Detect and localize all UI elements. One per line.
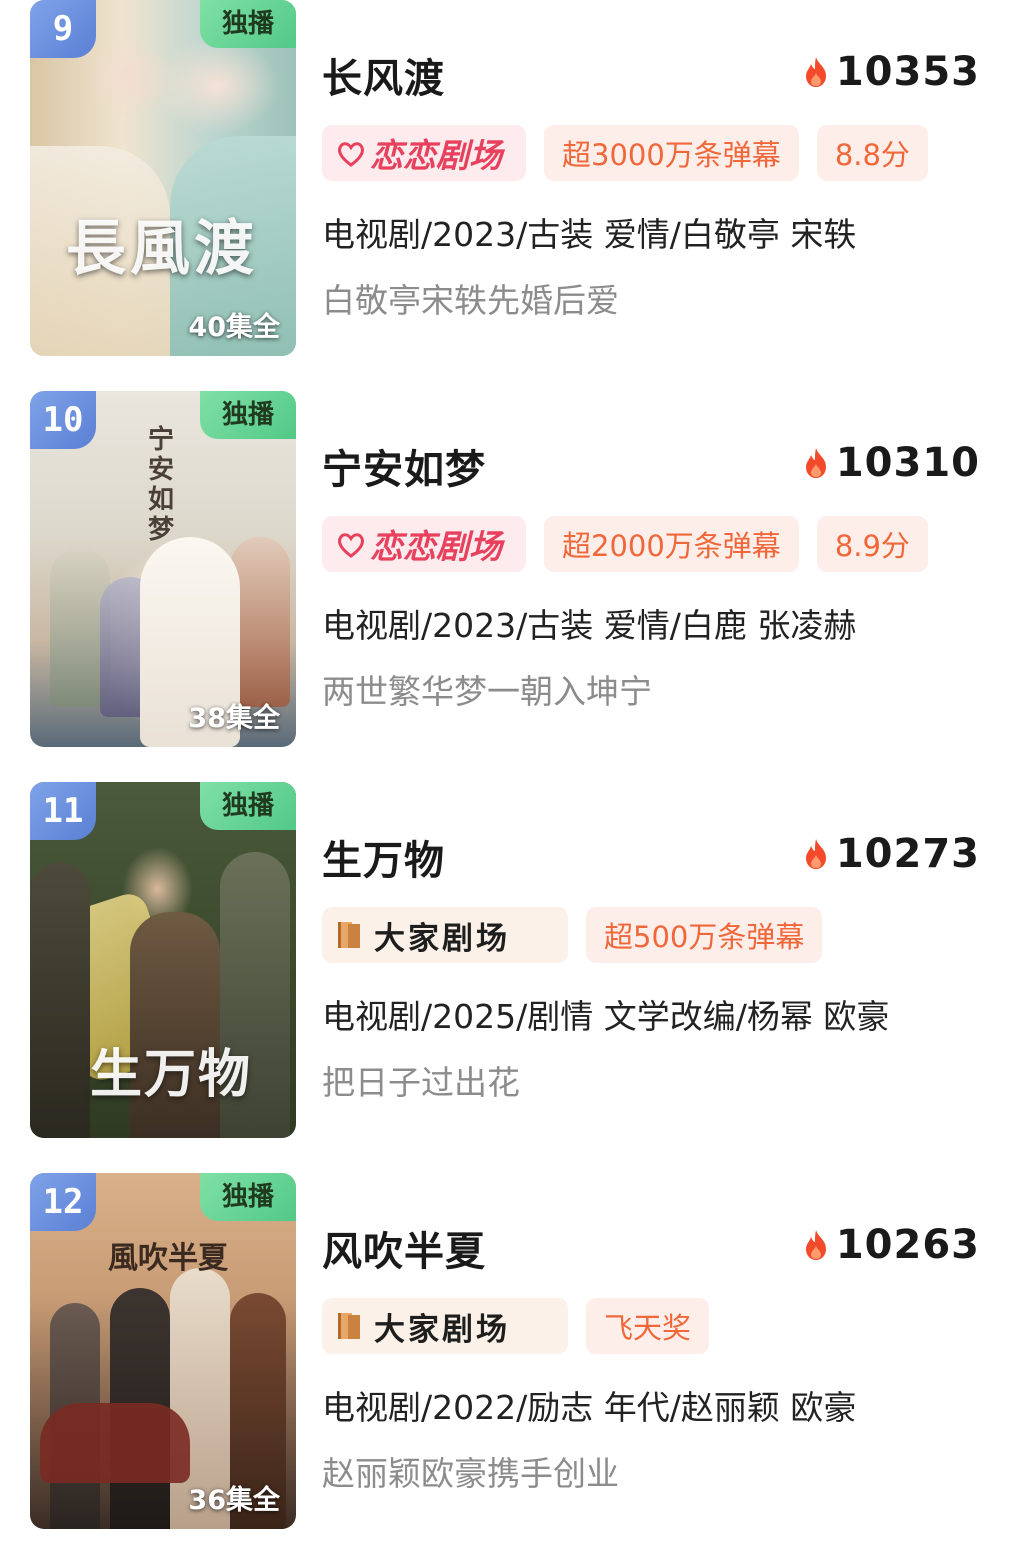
exclusive-badge: 独播 (200, 391, 296, 439)
flame-icon (805, 1230, 826, 1260)
poster-calligraphy: 風吹半夏 (108, 1241, 228, 1276)
heat-score: 10263 (804, 1219, 980, 1271)
heart-icon (338, 533, 364, 558)
heat-value: 10310 (835, 440, 980, 486)
list-item[interactable]: 宁安如梦 10 独播 38集全 宁安如梦 10310 恋恋剧场 超2000万条弹… (0, 391, 1010, 759)
poster-thumbnail[interactable]: 風吹半夏 12 独播 36集全 (30, 1173, 296, 1529)
drama-title[interactable]: 风吹半夏 (322, 1219, 486, 1277)
list-item[interactable]: 生万物 11 独播 生万物 10273 大家剧场 超500万条弹幕 电视剧/20… (0, 782, 1010, 1150)
heat-value: 10273 (835, 831, 980, 877)
list-item[interactable]: 長風渡 9 独播 40集全 长风渡 10353 恋恋剧场 超3000万条弹幕 8… (0, 0, 1010, 368)
exclusive-badge: 独播 (200, 782, 296, 830)
score-tag[interactable]: 8.9分 (816, 516, 928, 572)
dajia-theater-tag[interactable]: 大家剧场 (322, 907, 568, 963)
poster-thumbnail[interactable]: 生万物 11 独播 (30, 782, 296, 1138)
tag-row: 大家剧场 超500万条弹幕 (322, 907, 823, 963)
ranking-list: 長風渡 9 独播 40集全 长风渡 10353 恋恋剧场 超3000万条弹幕 8… (0, 0, 1010, 1548)
drama-title[interactable]: 长风渡 (322, 46, 445, 104)
danmaku-tag[interactable]: 超3000万条弹幕 (544, 125, 799, 181)
heat-value: 10263 (835, 1222, 980, 1268)
poster-calligraphy: 生万物 (90, 1044, 253, 1105)
lianlian-theater-logo: 恋恋剧场 (336, 520, 502, 568)
list-item[interactable]: 風吹半夏 12 独播 36集全 风吹半夏 10263 大家剧场 飞天奖 电视剧/… (0, 1173, 1010, 1541)
lianlian-theater-tag[interactable]: 恋恋剧场 (322, 516, 526, 572)
drama-meta: 电视剧/2023/古装 爱情/白鹿 张凌赫 (322, 606, 857, 645)
brand-label: 恋恋剧场 (370, 136, 502, 175)
drama-description: 把日子过出花 (322, 1063, 520, 1102)
tag-row: 恋恋剧场 超3000万条弹幕 8.8分 (322, 125, 928, 181)
exclusive-badge: 独播 (200, 1173, 296, 1221)
book-icon (338, 922, 360, 948)
episode-count: 36集全 (188, 1485, 280, 1516)
poster-calligraphy: 長風渡 (66, 214, 258, 284)
lianlian-theater-tag[interactable]: 恋恋剧场 (322, 125, 526, 181)
tag-row: 恋恋剧场 超2000万条弹幕 8.9分 (322, 516, 928, 572)
danmaku-tag[interactable]: 超2000万条弹幕 (544, 516, 799, 572)
drama-description: 白敬亭宋轶先婚后爱 (322, 281, 619, 320)
flame-icon (805, 448, 826, 478)
brand-label: 大家剧场 (374, 1311, 510, 1348)
brand-label: 大家剧场 (374, 920, 510, 957)
drama-meta: 电视剧/2023/古装 爱情/白敬亭 宋轶 (322, 215, 857, 254)
drama-meta: 电视剧/2025/剧情 文学改编/杨幂 欧豪 (322, 997, 890, 1036)
rank-badge: 12 (30, 1173, 96, 1231)
tag-row: 大家剧场 飞天奖 (322, 1298, 710, 1354)
exclusive-badge: 独播 (200, 0, 296, 48)
episode-count: 40集全 (188, 312, 280, 343)
drama-title[interactable]: 宁安如梦 (322, 437, 486, 495)
drama-title[interactable]: 生万物 (322, 828, 445, 886)
drama-meta: 电视剧/2022/励志 年代/赵丽颖 欧豪 (322, 1388, 857, 1427)
dajia-theater-logo: 大家剧场 (334, 1304, 510, 1349)
brand-label: 恋恋剧场 (370, 527, 502, 566)
rank-badge: 11 (30, 782, 96, 840)
dajia-theater-tag[interactable]: 大家剧场 (322, 1298, 568, 1354)
drama-description: 两世繁华梦一朝入坤宁 (322, 672, 652, 711)
flame-icon (805, 839, 826, 869)
dajia-theater-logo: 大家剧场 (334, 913, 510, 958)
flame-icon (805, 57, 826, 87)
drama-description: 赵丽颖欧豪携手创业 (322, 1454, 619, 1493)
heat-score: 10353 (804, 46, 980, 98)
heart-icon (338, 142, 364, 167)
award-tag[interactable]: 飞天奖 (586, 1298, 710, 1354)
rank-badge: 10 (30, 391, 96, 449)
score-tag[interactable]: 8.8分 (816, 125, 928, 181)
book-icon (338, 1313, 360, 1339)
heat-value: 10353 (835, 49, 980, 95)
heat-score: 10310 (804, 437, 980, 489)
poster-thumbnail[interactable]: 宁安如梦 10 独播 38集全 (30, 391, 296, 747)
lianlian-theater-logo: 恋恋剧场 (336, 129, 502, 177)
poster-calligraphy: 宁安如梦 (148, 425, 175, 545)
episode-count: 38集全 (188, 703, 280, 734)
rank-badge: 9 (30, 0, 96, 58)
poster-thumbnail[interactable]: 長風渡 9 独播 40集全 (30, 0, 296, 356)
heat-score: 10273 (804, 828, 980, 880)
danmaku-tag[interactable]: 超500万条弹幕 (586, 907, 823, 963)
